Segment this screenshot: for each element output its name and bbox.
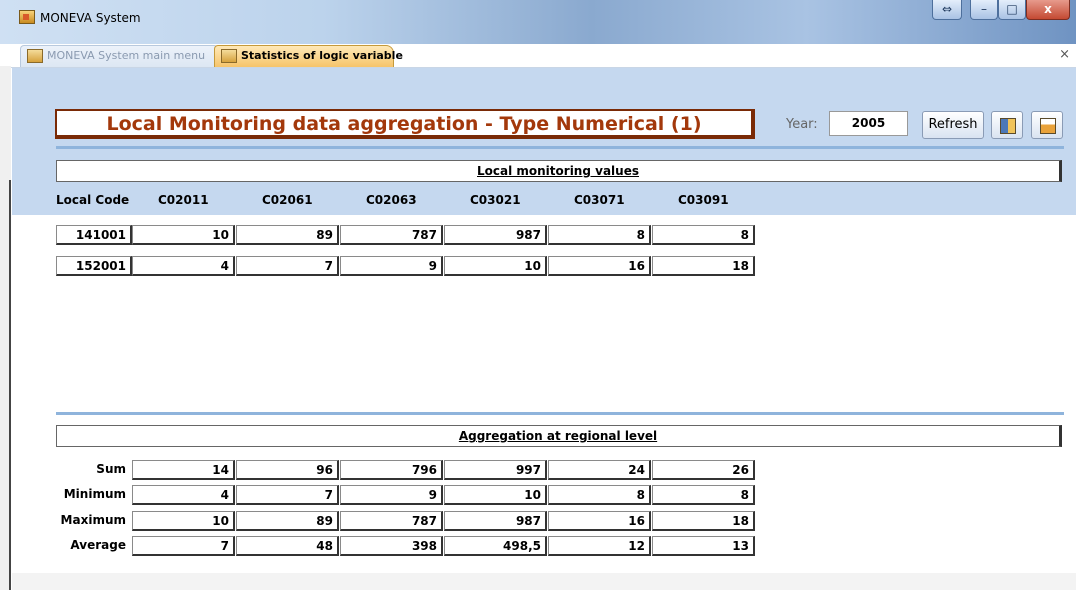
aggregate-field: 796 xyxy=(340,460,443,480)
aggregate-field: 10 xyxy=(132,511,235,531)
tab-main-menu[interactable]: MONEVA System main menu xyxy=(20,45,218,67)
column-header: C03021 xyxy=(470,193,521,207)
value-field[interactable]: 89 xyxy=(236,225,339,245)
value-field[interactable]: 7 xyxy=(236,256,339,276)
aggregate-field: 10 xyxy=(444,485,547,505)
minimize-button[interactable]: – xyxy=(970,0,998,20)
value-field[interactable]: 787 xyxy=(340,225,443,245)
maximize-button[interactable]: □ xyxy=(998,0,1026,20)
aggregate-field: 12 xyxy=(548,536,651,556)
column-header: C02063 xyxy=(366,193,417,207)
tab-label: MONEVA System main menu xyxy=(47,49,206,62)
aggregate-field: 14 xyxy=(132,460,235,480)
value-field[interactable]: 987 xyxy=(444,225,547,245)
footer-strip xyxy=(12,573,1076,590)
refresh-button[interactable]: Refresh xyxy=(922,111,984,139)
value-field[interactable]: 8 xyxy=(652,225,755,245)
aggregate-field: 8 xyxy=(652,485,755,505)
aggregate-field: 24 xyxy=(548,460,651,480)
aggregation-section-title: Aggregation at regional level xyxy=(56,425,1062,447)
value-field[interactable]: 10 xyxy=(132,225,235,245)
column-header: C03091 xyxy=(678,193,729,207)
aggregate-field: 26 xyxy=(652,460,755,480)
print-button[interactable] xyxy=(1031,111,1063,139)
aggregate-field: 48 xyxy=(236,536,339,556)
column-header: C03071 xyxy=(574,193,625,207)
app-icon xyxy=(19,10,35,24)
value-field[interactable]: 18 xyxy=(652,256,755,276)
aggregation-row-label: Minimum xyxy=(63,487,126,501)
local-code-header: Local Code xyxy=(56,193,130,207)
aggregate-field: 96 xyxy=(236,460,339,480)
print-icon xyxy=(1040,118,1056,134)
aggregate-field: 398 xyxy=(340,536,443,556)
value-field[interactable]: 8 xyxy=(548,225,651,245)
local-code-field[interactable]: 141001 xyxy=(56,225,132,245)
aggregate-field: 18 xyxy=(652,511,755,531)
aggregation-row-label: Maximum xyxy=(60,513,126,527)
close-button[interactable]: x xyxy=(1026,0,1070,20)
app-folder-icon xyxy=(221,49,237,63)
page-title: Local Monitoring data aggregation - Type… xyxy=(55,109,755,139)
value-field[interactable]: 10 xyxy=(444,256,547,276)
value-field[interactable]: 4 xyxy=(132,256,235,276)
value-field[interactable]: 16 xyxy=(548,256,651,276)
aggregate-field: 7 xyxy=(236,485,339,505)
aggregate-field: 13 xyxy=(652,536,755,556)
tab-close-icon[interactable]: × xyxy=(1059,47,1070,62)
aggregate-field: 997 xyxy=(444,460,547,480)
export-icon xyxy=(1000,118,1016,134)
section-divider xyxy=(56,412,1064,415)
aggregate-field: 787 xyxy=(340,511,443,531)
tab-label: Statistics of logic variable xyxy=(241,49,403,62)
aggregate-field: 987 xyxy=(444,511,547,531)
window-title: MONEVA System xyxy=(40,11,141,25)
aggregate-field: 89 xyxy=(236,511,339,531)
local-values-section-title: Local monitoring values xyxy=(56,160,1062,182)
aggregate-field: 9 xyxy=(340,485,443,505)
aggregate-field: 498,5 xyxy=(444,536,547,556)
column-header: C02011 xyxy=(158,193,209,207)
title-bar xyxy=(0,0,1076,44)
section-divider xyxy=(56,146,1064,149)
aggregate-field: 7 xyxy=(132,536,235,556)
aggregation-row-label: Sum xyxy=(96,462,126,476)
year-label: Year: xyxy=(786,117,818,132)
tab-statistics[interactable]: Statistics of logic variable xyxy=(214,45,403,67)
local-code-field[interactable]: 152001 xyxy=(56,256,132,276)
export-button[interactable] xyxy=(991,111,1023,139)
aggregate-field: 8 xyxy=(548,485,651,505)
year-input[interactable]: 2005 xyxy=(829,111,908,136)
aggregate-field: 16 xyxy=(548,511,651,531)
aggregation-row-label: Average xyxy=(70,538,126,552)
app-folder-icon xyxy=(27,49,43,63)
aggregate-field: 4 xyxy=(132,485,235,505)
restore-icon[interactable]: ⇔ xyxy=(932,0,962,20)
value-field[interactable]: 9 xyxy=(340,256,443,276)
column-header: C02061 xyxy=(262,193,313,207)
